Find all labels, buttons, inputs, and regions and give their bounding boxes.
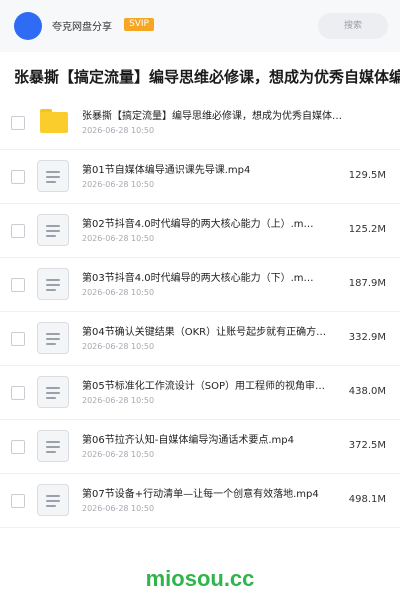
document-icon [37, 268, 69, 302]
item-name: 第06节拉齐认知-自媒体编导沟通话术要点.mp4 [82, 435, 294, 446]
list-item[interactable]: 第01节自媒体编导通识课先导课.mp4 2026-06-28 10:50 129… [0, 150, 400, 204]
item-name: 第01节自媒体编导通识课先导课.mp4 [82, 165, 251, 176]
item-date: 2026-06-28 10:50 [82, 180, 155, 189]
item-name: 第05节标准化工作流设计（SOP）用工程师的视角审… [82, 381, 325, 392]
checkbox[interactable] [11, 278, 25, 292]
search-button[interactable]: 搜索 [318, 13, 388, 39]
watermark: miosou.cc [145, 566, 255, 591]
item-name: 第02节抖音4.0时代编导的两大核心能力（上）.m… [82, 219, 314, 230]
list-item[interactable]: 第07节设备+行动清单—让每一个创意有效落地.mp4 2026-06-28 10… [0, 474, 400, 528]
document-icon [37, 484, 69, 518]
item-date: 2026-06-28 10:50 [82, 504, 155, 513]
header: 夸克网盘分享 SVIP 搜索 [0, 0, 400, 52]
document-icon [37, 160, 69, 194]
item-size: 438.0M [348, 386, 386, 397]
checkbox[interactable] [11, 224, 25, 238]
item-date: 2026-06-28 10:50 [82, 396, 155, 405]
item-size: 187.9M [348, 278, 386, 289]
checkbox[interactable] [11, 494, 25, 508]
document-icon [37, 214, 69, 248]
list-item[interactable]: 第02节抖音4.0时代编导的两大核心能力（上）.m… 2026-06-28 10… [0, 204, 400, 258]
item-size: 372.5M [348, 440, 386, 451]
item-date: 2026-06-28 10:50 [82, 288, 155, 297]
checkbox[interactable] [11, 170, 25, 184]
item-size: 125.2M [348, 224, 386, 235]
checkbox[interactable] [11, 386, 25, 400]
item-date: 2026-06-28 10:50 [82, 450, 155, 459]
item-name: 第07节设备+行动清单—让每一个创意有效落地.mp4 [82, 489, 319, 500]
checkbox[interactable] [11, 332, 25, 346]
item-size: 498.1M [348, 494, 386, 505]
list-item[interactable]: 张暴撕【搞定流量】编导思维必修课，想成为优秀自媒体… 2026-06-28 10… [0, 96, 400, 150]
list-item[interactable]: 第04节确认关键结果（OKR）让账号起步就有正确方… 2026-06-28 10… [0, 312, 400, 366]
svip-badge: SVIP [124, 18, 154, 31]
document-icon [37, 376, 69, 410]
item-date: 2026-06-28 10:50 [82, 126, 155, 135]
title-bar: 张暴撕【搞定流量】编导思维必修课，想成为优秀自媒体编 [0, 52, 400, 99]
avatar[interactable] [14, 12, 42, 40]
list-item[interactable]: 第05节标准化工作流设计（SOP）用工程师的视角审… 2026-06-28 10… [0, 366, 400, 420]
list-item[interactable]: 第06节拉齐认知-自媒体编导沟通话术要点.mp4 2026-06-28 10:5… [0, 420, 400, 474]
item-date: 2026-06-28 10:50 [82, 234, 155, 243]
folder-icon [37, 106, 69, 140]
file-list: 张暴撕【搞定流量】编导思维必修课，想成为优秀自媒体… 2026-06-28 10… [0, 96, 400, 528]
username: 夸克网盘分享 [52, 22, 112, 33]
item-size: 129.5M [348, 170, 386, 181]
item-date: 2026-06-28 10:50 [82, 342, 155, 351]
item-name: 第03节抖音4.0时代编导的两大核心能力（下）.m… [82, 273, 314, 284]
item-size: 332.9M [348, 332, 386, 343]
item-name: 张暴撕【搞定流量】编导思维必修课，想成为优秀自媒体… [82, 111, 342, 122]
item-name: 第04节确认关键结果（OKR）让账号起步就有正确方… [82, 327, 327, 338]
checkbox[interactable] [11, 440, 25, 454]
list-item[interactable]: 第03节抖音4.0时代编导的两大核心能力（下）.m… 2026-06-28 10… [0, 258, 400, 312]
document-icon [37, 430, 69, 464]
document-icon [37, 322, 69, 356]
page-title: 张暴撕【搞定流量】编导思维必修课，想成为优秀自媒体编 [14, 68, 400, 86]
checkbox[interactable] [11, 116, 25, 130]
